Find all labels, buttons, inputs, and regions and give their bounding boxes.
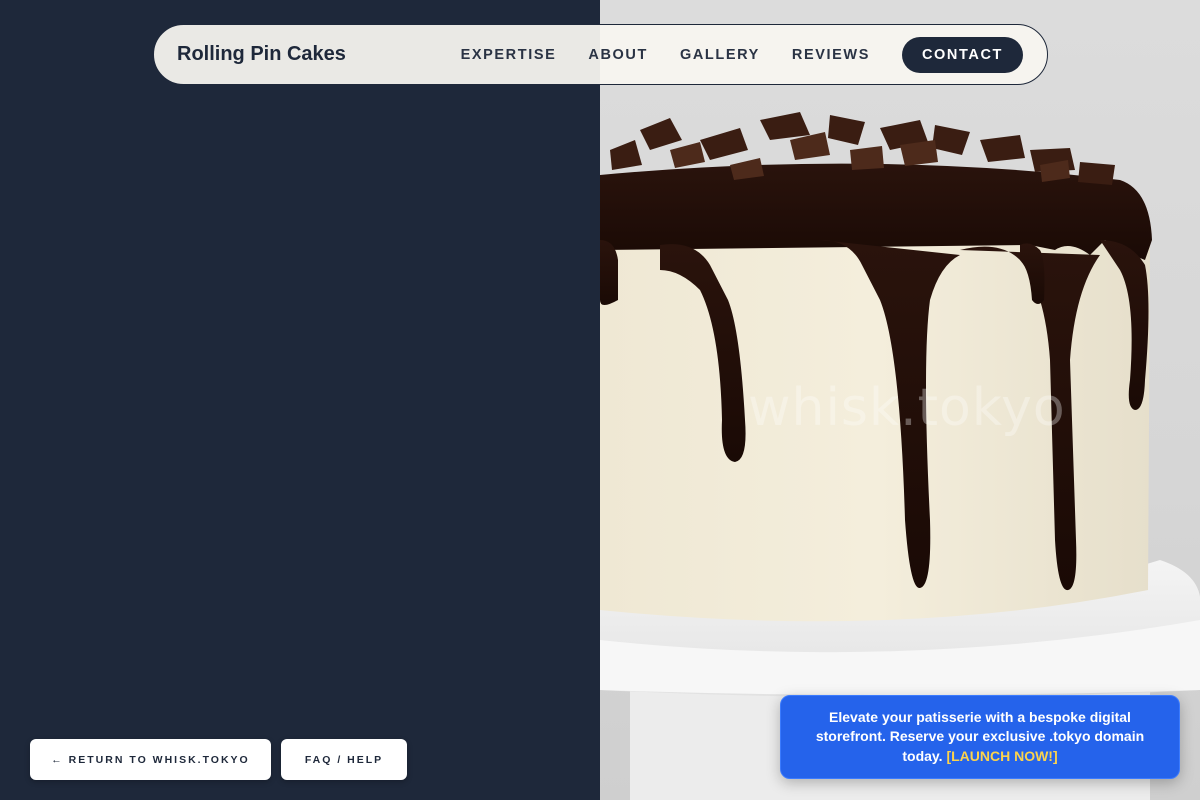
hero-image: whisk.tokyo <box>600 0 1200 800</box>
return-button[interactable]: ← RETURN TO WHISK.TOKYO <box>30 739 271 780</box>
left-panel <box>0 0 600 800</box>
nav-links: EXPERTISE ABOUT GALLERY REVIEWS CONTACT <box>461 36 1023 73</box>
watermark-text: whisk.tokyo <box>748 378 1066 438</box>
launch-now-link[interactable]: [LAUNCH NOW!] <box>946 748 1057 764</box>
nav-link-expertise[interactable]: EXPERTISE <box>461 47 557 63</box>
faq-help-button[interactable]: FAQ / HELP <box>281 739 407 780</box>
navbar: Rolling Pin Cakes EXPERTISE ABOUT GALLER… <box>153 24 1048 85</box>
contact-button[interactable]: CONTACT <box>901 36 1023 73</box>
nav-link-reviews[interactable]: REVIEWS <box>792 47 870 63</box>
nav-link-about[interactable]: ABOUT <box>588 47 648 63</box>
nav-link-gallery[interactable]: GALLERY <box>680 47 760 63</box>
promo-banner: Elevate your patisserie with a bespoke d… <box>780 695 1180 779</box>
brand-name[interactable]: Rolling Pin Cakes <box>177 43 346 66</box>
promo-content: Elevate your patisserie with a bespoke d… <box>807 708 1153 767</box>
